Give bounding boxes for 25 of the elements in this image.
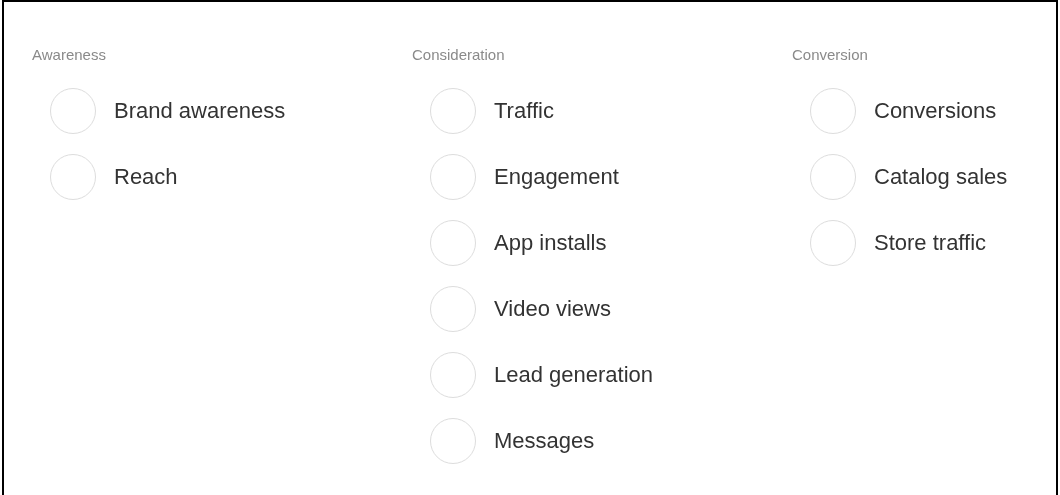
radio-button[interactable] (430, 286, 476, 332)
radio-button[interactable] (430, 88, 476, 134)
radio-button[interactable] (430, 220, 476, 266)
radio-button[interactable] (810, 220, 856, 266)
group-heading: Conversion (792, 46, 869, 65)
group-heading: Consideration (412, 46, 506, 65)
radio-button[interactable] (810, 154, 856, 200)
option-label[interactable]: Lead generation (494, 362, 654, 388)
option-label[interactable]: Reach (114, 164, 178, 190)
radio-button[interactable] (430, 154, 476, 200)
radio-button[interactable] (50, 154, 96, 200)
radio-button[interactable] (430, 418, 476, 464)
group-heading: Awareness (32, 46, 107, 65)
radio-button[interactable] (50, 88, 96, 134)
option-label[interactable]: Brand awareness (114, 98, 286, 124)
radio-button[interactable] (810, 88, 856, 134)
option-label[interactable]: Traffic (494, 98, 554, 124)
option-label[interactable]: Engagement (494, 164, 619, 190)
option-label[interactable]: Catalog sales (874, 164, 1008, 190)
option-label[interactable]: Video views (494, 296, 611, 322)
option-label[interactable]: Messages (494, 428, 595, 454)
option-label[interactable]: Conversions (874, 98, 997, 124)
radio-button[interactable] (430, 352, 476, 398)
option-label[interactable]: Store traffic (874, 230, 987, 256)
option-label[interactable]: App installs (494, 230, 607, 256)
